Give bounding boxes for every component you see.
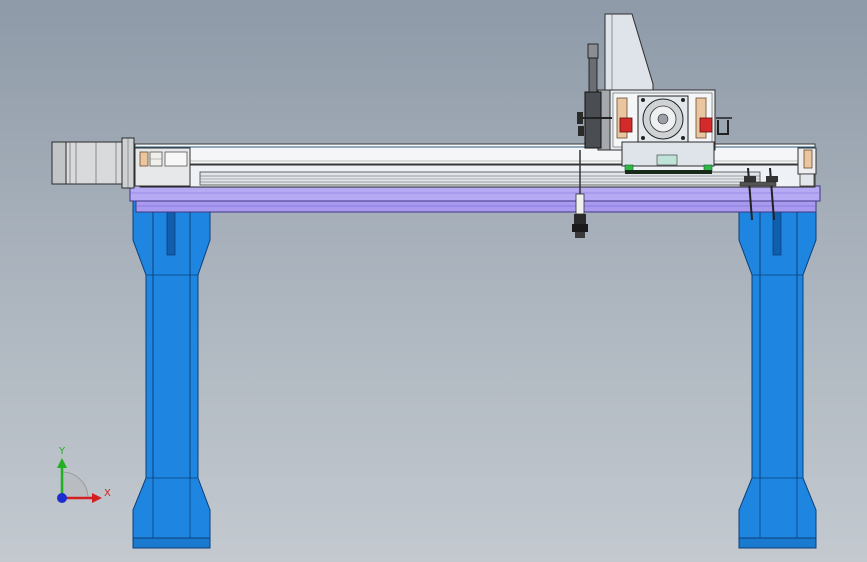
coordinate-triad-icon: Y X: [57, 446, 111, 503]
y-axis-label: Y: [58, 446, 66, 457]
right-end-block[interactable]: [797, 147, 817, 187]
cross-beam[interactable]: [129, 185, 821, 213]
linear-module-body[interactable]: [139, 164, 816, 188]
left-column[interactable]: [132, 194, 211, 549]
right-column[interactable]: [738, 194, 817, 549]
cable-clip[interactable]: [716, 117, 732, 135]
gantry-model-drawing: Y X: [51, 13, 821, 549]
cad-viewport[interactable]: Y X: [0, 0, 867, 562]
carriage-motor-face[interactable]: [637, 95, 689, 143]
x-axis-label: X: [104, 488, 111, 499]
stepper-motor[interactable]: [51, 137, 135, 189]
left-end-block[interactable]: [134, 147, 191, 187]
